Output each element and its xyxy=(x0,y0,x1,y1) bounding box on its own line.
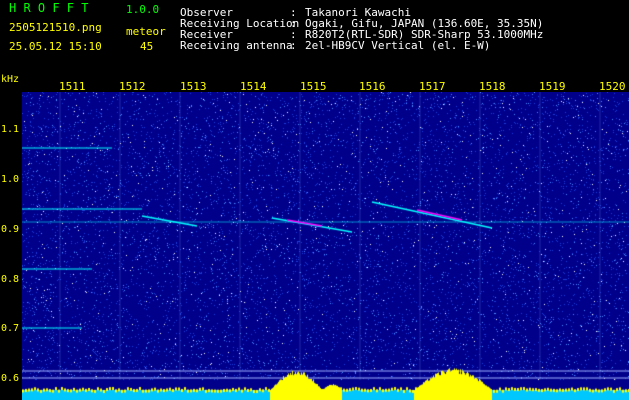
antenna-label: Receiving antenna xyxy=(180,39,293,52)
y-tick: 0.7 xyxy=(1,323,20,334)
spectrogram xyxy=(22,92,629,400)
y-tick: 1.0 xyxy=(1,174,20,185)
datetime: 25.05.12 15:10 xyxy=(9,40,102,53)
meteor-count: 45 xyxy=(140,40,154,53)
antenna-value: 2el-HB9CV Vertical (el. E-W) xyxy=(305,39,491,52)
y-tick: 0.6 xyxy=(1,373,20,384)
y-tick: 0.8 xyxy=(1,274,20,285)
app-version: 1.0.0 xyxy=(126,3,160,16)
image-filename: 2505121510.png xyxy=(9,21,102,34)
colon: : xyxy=(290,39,297,52)
app-title: H R O F F T xyxy=(9,1,89,15)
meteor-label: meteor xyxy=(126,25,166,38)
y-unit-label: kHz xyxy=(1,74,20,85)
y-tick: 0.9 xyxy=(1,224,20,235)
y-tick: 1.1 xyxy=(1,124,20,135)
